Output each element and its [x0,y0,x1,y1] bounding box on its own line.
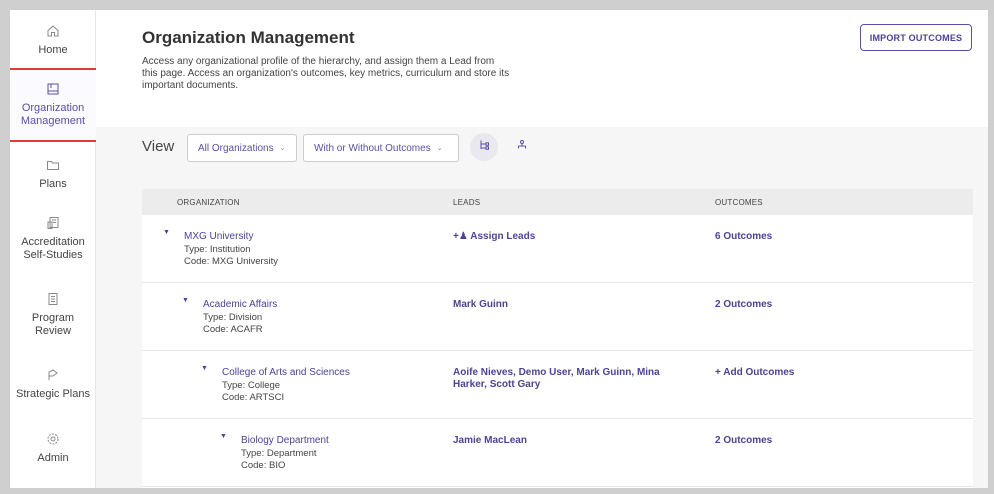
leads-link[interactable]: Mark Guinn [453,299,673,311]
org-management-icon [46,82,60,96]
table-row: ▼ Biology Department Type: Department Co… [142,419,973,487]
sidebar-item-label: Accreditation Self-Studies [21,236,85,261]
sidebar-item-accreditation[interactable]: Accreditation Self-Studies [10,216,96,266]
page-title: Organization Management [142,28,355,47]
assign-leads-link[interactable]: +♟ Assign Leads [453,231,673,243]
sidebar-item-label: Admin [37,452,69,464]
expand-caret-icon[interactable]: ▼ [220,433,227,440]
outcomes-link[interactable]: 2 Outcomes [715,299,772,310]
import-outcomes-button[interactable]: IMPORT OUTCOMES [860,24,972,51]
organization-list-area: View All Organizations ⌄ With or Without… [96,127,988,488]
sidebar-item-admin[interactable]: Admin [10,432,96,472]
org-chart-icon [516,138,528,156]
sidebar-item-strategic-plans[interactable]: Strategic Plans [10,368,96,408]
organization-type: Type: Institution [184,244,251,255]
accreditation-icon [46,216,60,230]
organization-filter-dropdown[interactable]: All Organizations ⌄ [187,134,297,162]
outcomes-link[interactable]: 6 Outcomes [715,231,772,242]
organization-name-link[interactable]: College of Arts and Sciences [222,367,350,378]
chevron-down-icon: ⌄ [436,145,443,152]
organization-type: Type: Division [203,312,263,323]
table-header: ORGANIZATION LEADS OUTCOMES [142,189,973,215]
sidebar-item-home[interactable]: Home [10,24,96,64]
main-content: Organization Management Access any organ… [96,10,988,488]
expand-caret-icon[interactable]: ▼ [182,297,189,304]
sidebar-item-program-review[interactable]: Program Review [10,292,96,342]
tree-view-icon [478,138,490,156]
expand-caret-icon[interactable]: ▼ [163,229,170,236]
organization-name-link[interactable]: Academic Affairs [203,299,277,310]
view-label: View [142,138,175,155]
organization-code: Code: BIO [241,460,286,471]
document-icon [46,292,60,306]
sidebar-item-plans[interactable]: Plans [10,158,96,198]
leads-link[interactable]: Jamie MacLean [453,435,673,447]
chevron-down-icon: ⌄ [279,145,286,152]
folder-icon [46,158,60,172]
column-header-outcomes: OUTCOMES [715,198,763,207]
sidebar-item-label: Program Review [31,312,75,337]
assign-leads-label: Assign Leads [470,231,536,242]
sidebar-item-label: Plans [39,178,67,190]
org-chart-view-button[interactable] [514,139,530,155]
tree-view-button[interactable] [470,133,498,161]
sidebar-item-organization-management[interactable]: Organization Management [10,68,98,142]
home-icon [46,24,60,38]
organization-type: Type: College [222,380,281,391]
table-row: ▼ MXG University Type: Institution Code:… [142,215,973,283]
strategic-icon [46,368,60,382]
add-outcomes-link[interactable]: + Add Outcomes [715,367,794,378]
organization-code: Code: ACAFR [203,324,263,335]
column-header-leads: LEADS [453,198,481,207]
organization-name-link[interactable]: MXG University [184,231,253,242]
sidebar-item-label: Strategic Plans [16,388,90,400]
outcome-filter-value: With or Without Outcomes [314,142,431,154]
table-row: ▼ College of Arts and Sciences Type: Col… [142,351,973,419]
page-header: Organization Management Access any organ… [96,10,988,127]
leads-link[interactable]: Aoife Nieves, Demo User, Mark Guinn, Min… [453,367,673,391]
organization-code: Code: MXG University [184,256,278,267]
app-window: Home Organization Management Plans Accre… [10,10,988,488]
gear-icon [46,432,60,446]
outcomes-link[interactable]: 2 Outcomes [715,435,772,446]
table-row: ▼ Academic Affairs Type: Division Code: … [142,283,973,351]
organization-table: ORGANIZATION LEADS OUTCOMES ▼ MXG Univer… [142,189,973,488]
sidebar: Home Organization Management Plans Accre… [10,10,98,488]
sidebar-item-label: Home [38,44,68,56]
add-person-icon: +♟ [453,231,468,242]
page-description: Access any organizational profile of the… [142,56,510,91]
organization-filter-value: All Organizations [198,142,274,154]
expand-caret-icon[interactable]: ▼ [201,365,208,372]
outcome-filter-dropdown[interactable]: With or Without Outcomes ⌄ [303,134,459,162]
sidebar-item-label: Organization Management [20,102,86,127]
organization-type: Type: Department [241,448,317,459]
organization-code: Code: ARTSCI [222,392,285,403]
column-header-organization: ORGANIZATION [177,198,240,207]
organization-name-link[interactable]: Biology Department [241,435,329,446]
